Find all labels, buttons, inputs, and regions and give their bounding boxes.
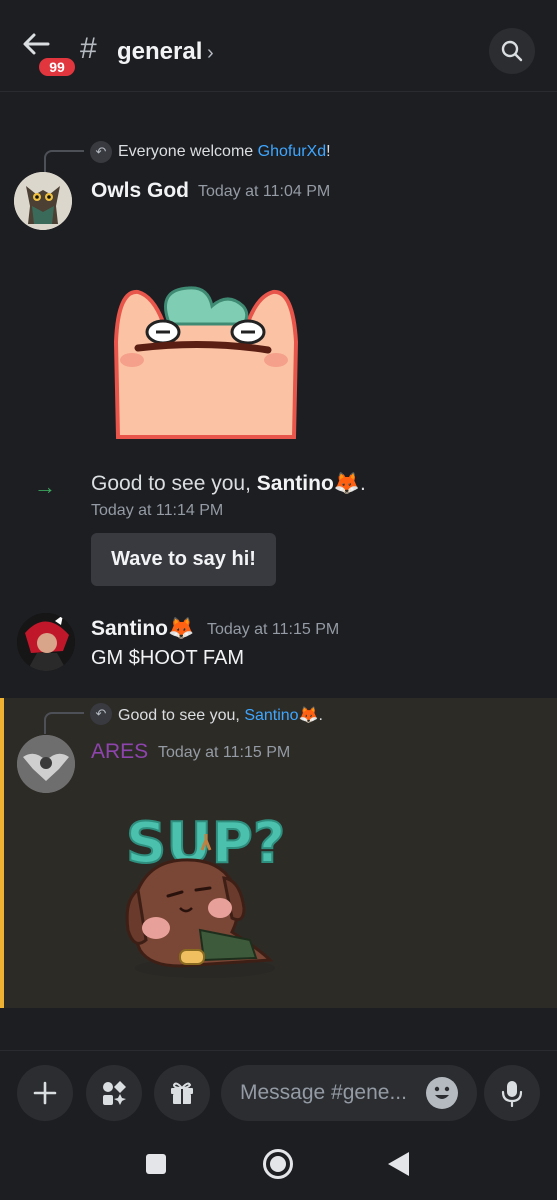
- peach-sticker-image: [113, 286, 299, 439]
- message-author[interactable]: ARES: [91, 740, 148, 764]
- reply-icon: ↶: [90, 141, 112, 163]
- message-composer: Message #gene...: [0, 1050, 557, 1136]
- reply-preview-text: Good to see you,: [118, 707, 245, 724]
- system-timestamp: Today at 11:14 PM: [91, 502, 224, 519]
- sticker[interactable]: SUP?: [120, 800, 300, 985]
- search-icon: [501, 40, 523, 62]
- avatar[interactable]: [14, 172, 72, 230]
- channel-hash-icon: #: [80, 32, 97, 65]
- avatar[interactable]: [17, 735, 75, 793]
- channel-header: 99 # general ›: [0, 0, 557, 92]
- message-timestamp: Today at 11:04 PM: [198, 183, 331, 200]
- unread-badge: 99: [37, 56, 77, 78]
- microphone-icon: [501, 1081, 523, 1107]
- system-prefix: Good to see you,: [91, 472, 257, 495]
- reply-mention[interactable]: Santino🦊: [244, 707, 318, 724]
- home-button[interactable]: [263, 1149, 293, 1179]
- plus-icon: [33, 1081, 57, 1105]
- reply-preview[interactable]: Good to see you, Santino🦊.: [118, 705, 323, 725]
- santino-avatar-image: [17, 613, 75, 671]
- search-button[interactable]: [489, 28, 535, 74]
- system-user[interactable]: Santino🦊: [257, 472, 360, 495]
- emoji-button[interactable]: [426, 1077, 458, 1109]
- voice-message-button[interactable]: [484, 1065, 540, 1121]
- reply-preview[interactable]: Everyone welcome GhofurXd!: [118, 143, 331, 161]
- wave-button[interactable]: Wave to say hi!: [91, 533, 276, 586]
- arrow-left-icon: [23, 33, 50, 55]
- chevron-right-icon[interactable]: ›: [207, 42, 214, 65]
- home-dot-icon: [270, 1156, 286, 1172]
- gift-icon: [171, 1082, 193, 1104]
- system-suffix: .: [359, 472, 366, 495]
- message-author[interactable]: Santino🦊: [91, 617, 194, 641]
- reply-suffix: .: [318, 707, 323, 724]
- arrow-right-icon: →: [34, 474, 56, 499]
- system-nav-bar: [0, 1136, 557, 1200]
- apps-button[interactable]: [86, 1065, 142, 1121]
- reply-suffix: !: [326, 143, 331, 160]
- message-timestamp: Today at 11:15 PM: [207, 621, 340, 638]
- reply-connector: [44, 712, 84, 734]
- message-timestamp: Today at 11:15 PM: [158, 744, 291, 761]
- message-text: GM $HOOT FAM: [91, 647, 244, 669]
- system-message: Good to see you, Santino🦊.: [91, 472, 366, 496]
- back-nav-button[interactable]: [388, 1152, 409, 1176]
- avatar[interactable]: [17, 613, 75, 671]
- reply-connector: [44, 150, 84, 172]
- ares-avatar-image: [17, 735, 75, 793]
- gift-button[interactable]: [154, 1065, 210, 1121]
- reply-preview-text: Everyone welcome: [118, 143, 258, 160]
- apps-icon: [103, 1081, 126, 1105]
- message-author[interactable]: Owls God: [91, 179, 189, 203]
- recent-apps-button[interactable]: [146, 1154, 166, 1174]
- add-attachment-button[interactable]: [17, 1065, 73, 1121]
- sticker[interactable]: [108, 282, 303, 442]
- reply-mention[interactable]: GhofurXd: [258, 143, 326, 160]
- smiley-icon: [434, 1086, 450, 1099]
- channel-title[interactable]: general: [117, 38, 202, 66]
- sup-sticker-image: SUP?: [125, 810, 286, 978]
- reply-icon: ↶: [90, 703, 112, 725]
- owl-avatar-image: [14, 172, 72, 230]
